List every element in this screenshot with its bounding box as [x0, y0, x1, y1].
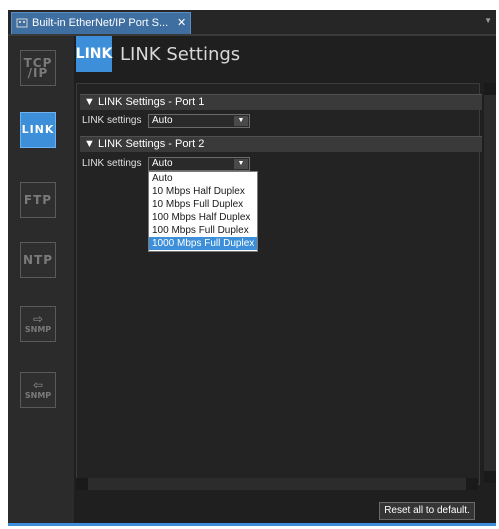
- dropdown-option[interactable]: Auto: [149, 172, 257, 185]
- sidebar-item-snmp[interactable]: ⇨ SNMP: [20, 306, 56, 342]
- chevron-down-icon[interactable]: ▼: [234, 159, 248, 169]
- tab-label: Built-in EtherNet/IP Port S...: [32, 17, 169, 29]
- select-value: Auto: [152, 158, 173, 169]
- sidebar: TCP /IP LINK FTP NTP ⇨ SNMP ⇦ SNMP: [8, 36, 74, 523]
- scroll-down-button[interactable]: [484, 471, 496, 483]
- link-settings-label-port1: LINK settings: [82, 115, 142, 126]
- arrow-right-icon: ⇨: [32, 312, 44, 326]
- tab-ethernet-ip-port[interactable]: Built-in EtherNet/IP Port S... ✕: [11, 12, 191, 34]
- section-title: ▼ LINK Settings - Port 1: [84, 96, 205, 108]
- link-settings-dropdown: Auto 10 Mbps Half Duplex 10 Mbps Full Du…: [148, 171, 258, 252]
- tab-bar: Built-in EtherNet/IP Port S... ✕ ▼: [8, 10, 496, 36]
- sidebar-item-link[interactable]: LINK: [20, 112, 56, 148]
- sidebar-item-ftp[interactable]: FTP: [20, 182, 56, 218]
- sidebar-item-label: NTP: [22, 253, 54, 267]
- link-settings-label-port2: LINK settings: [82, 158, 142, 169]
- scroll-right-button[interactable]: [466, 478, 478, 490]
- settings-icon: [16, 18, 28, 28]
- status-accent-bar: [8, 523, 496, 526]
- link-settings-select-port1[interactable]: Auto ▼: [148, 114, 250, 128]
- page-title: LINK Settings: [120, 44, 241, 65]
- horizontal-scrollbar[interactable]: [76, 478, 478, 490]
- dropdown-option-highlighted[interactable]: 1000 Mbps Full Duplex: [149, 237, 257, 250]
- sidebar-item-label: SNMP: [24, 391, 52, 400]
- section-title: ▼ LINK Settings - Port 2: [84, 138, 205, 150]
- sidebar-item-ntp[interactable]: NTP: [20, 242, 56, 278]
- sidebar-item-label: FTP: [23, 193, 53, 207]
- chevron-down-icon[interactable]: ▼: [484, 16, 492, 25]
- arrow-left-icon: ⇦: [32, 378, 44, 392]
- dropdown-option[interactable]: 10 Mbps Half Duplex: [149, 185, 257, 198]
- sidebar-item-label: /IP: [27, 66, 49, 80]
- reset-all-button[interactable]: Reset all to default.: [379, 502, 475, 520]
- section-header-port1[interactable]: ▼ LINK Settings - Port 1: [80, 94, 482, 110]
- sidebar-item-snmp-trap[interactable]: ⇦ SNMP: [20, 372, 56, 408]
- scroll-left-button[interactable]: [76, 478, 88, 490]
- sidebar-item-label: LINK: [21, 123, 55, 136]
- dropdown-option[interactable]: 10 Mbps Full Duplex: [149, 198, 257, 211]
- link-settings-select-port2[interactable]: Auto ▼: [148, 157, 250, 171]
- select-value: Auto: [152, 115, 173, 126]
- section-header-port2[interactable]: ▼ LINK Settings - Port 2: [80, 136, 482, 152]
- chevron-down-icon[interactable]: ▼: [234, 116, 248, 126]
- vertical-scrollbar[interactable]: [484, 83, 496, 483]
- dropdown-option[interactable]: 100 Mbps Full Duplex: [149, 224, 257, 237]
- sidebar-item-label: SNMP: [24, 325, 52, 334]
- dropdown-option[interactable]: 100 Mbps Half Duplex: [149, 211, 257, 224]
- close-icon[interactable]: ✕: [177, 16, 186, 29]
- scroll-up-button[interactable]: [484, 83, 496, 95]
- sidebar-item-tcpip[interactable]: TCP /IP: [20, 50, 56, 86]
- link-icon: LINK: [76, 36, 112, 72]
